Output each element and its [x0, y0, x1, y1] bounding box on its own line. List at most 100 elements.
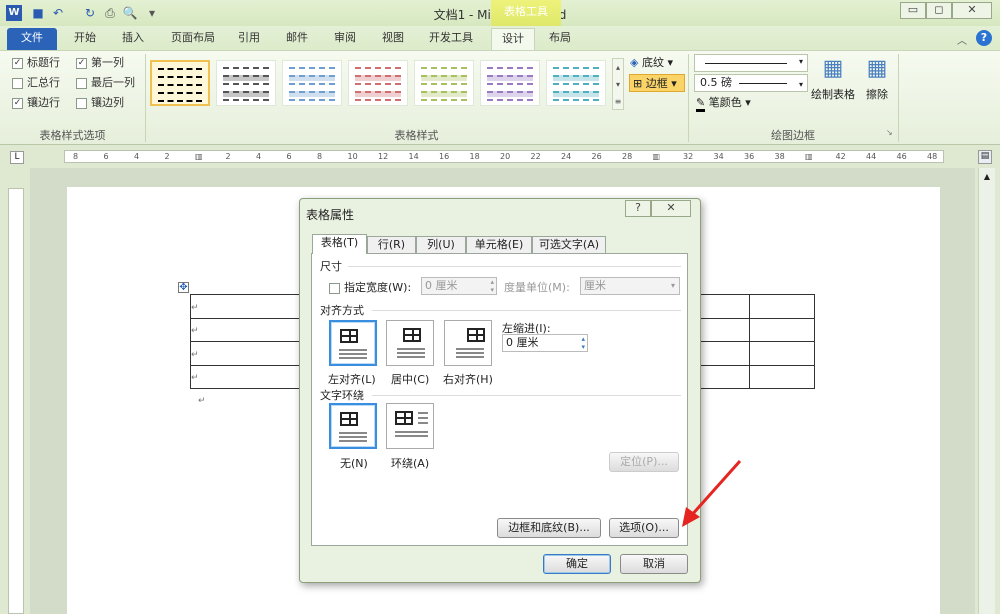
- gallery-scroll[interactable]: ▴ ▾ ≡: [612, 58, 624, 110]
- table-style-swatch[interactable]: [216, 60, 276, 106]
- table-move-handle[interactable]: ✥: [178, 282, 189, 293]
- tab-file[interactable]: 文件: [7, 28, 57, 50]
- ruler-mark: 34: [713, 152, 724, 161]
- tab-references[interactable]: 引用: [228, 28, 270, 50]
- tab-developer[interactable]: 开发工具: [420, 28, 482, 50]
- dialog-tab-row[interactable]: 行(R): [367, 236, 416, 254]
- maximize-button[interactable]: ◻: [926, 2, 952, 19]
- checkbox-header-row[interactable]: ✓ 标题行: [12, 54, 76, 72]
- ruler-mark: 26: [591, 152, 602, 161]
- preferred-width-checkbox[interactable]: 指定宽度(W):: [329, 279, 411, 295]
- table-style-swatch[interactable]: [414, 60, 474, 106]
- ok-button[interactable]: 确定: [543, 554, 611, 574]
- label: 第一列: [91, 56, 124, 69]
- align-right-option[interactable]: [444, 320, 492, 366]
- table-style-swatch[interactable]: [480, 60, 540, 106]
- align-center-option[interactable]: [386, 320, 434, 366]
- ruler-mark: ▥: [195, 152, 203, 161]
- shading-icon: ◈: [630, 56, 639, 69]
- style-line: [421, 99, 467, 101]
- label: 绘制表格: [811, 88, 855, 101]
- indent-input[interactable]: 0 厘米 ▴ ▾: [502, 334, 588, 352]
- wrap-none-option[interactable]: [329, 403, 377, 449]
- options-button[interactable]: 选项(O)...: [609, 518, 679, 538]
- dialog-close-button[interactable]: ✕: [651, 200, 691, 217]
- tab-review[interactable]: 审阅: [324, 28, 366, 50]
- eraser-button[interactable]: ▦ 擦除: [860, 56, 894, 102]
- align-left-option[interactable]: [329, 320, 377, 366]
- tab-page-layout[interactable]: 页面布局: [162, 28, 224, 50]
- positioning-button[interactable]: 定位(P)...: [609, 452, 679, 472]
- shading-button[interactable]: ◈ 底纹 ▾: [630, 54, 673, 72]
- vertical-scrollbar[interactable]: ▲: [978, 168, 995, 614]
- checkbox-banded-rows[interactable]: ✓ 镶边行: [12, 94, 76, 112]
- style-line: [289, 91, 335, 97]
- tab-mailings[interactable]: 邮件: [276, 28, 318, 50]
- horizontal-ruler[interactable]: 8 6 4 2 ▥ 2 4 6 8 10 12 14 16 18 20 22 24 26 28 ▥ 32 34 36 38 ▥ 4…: [64, 150, 944, 163]
- close-button[interactable]: ✕: [952, 2, 992, 19]
- dialog-tab-column[interactable]: 列(U): [416, 236, 466, 254]
- group-label-table-styles: 表格样式: [394, 129, 439, 142]
- dialog-help-button[interactable]: ?: [625, 200, 651, 217]
- checkbox-banded-columns[interactable]: 镶边列: [76, 96, 124, 109]
- style-line: [421, 67, 467, 69]
- minimize-button[interactable]: ▭: [900, 2, 926, 19]
- dialog-launcher-icon[interactable]: ↘: [886, 128, 893, 137]
- pen-color-button[interactable]: ✎ 笔颜色 ▾: [696, 94, 751, 112]
- alignment-heading: 对齐方式: [320, 304, 364, 317]
- ruler-mark: 38: [774, 152, 785, 161]
- unit-select[interactable]: 厘米 ▾: [580, 277, 680, 295]
- dialog-tab-alt-text[interactable]: 可选文字(A): [532, 236, 606, 254]
- wrap-around-option[interactable]: [386, 403, 434, 449]
- dialog-title: 表格属性: [306, 208, 355, 222]
- tab-home[interactable]: 开始: [64, 28, 106, 50]
- vertical-ruler[interactable]: [8, 188, 24, 614]
- eraser-icon: ▦: [866, 56, 888, 81]
- collapse-ribbon-icon[interactable]: ︿: [957, 32, 967, 47]
- help-icon[interactable]: ?: [976, 30, 992, 46]
- divider: [372, 395, 681, 396]
- style-line: [421, 83, 467, 85]
- ruler-mark: 20: [500, 152, 511, 161]
- view-ruler-icon[interactable]: ▤: [978, 150, 992, 164]
- divider: [372, 310, 681, 311]
- checkbox-last-column[interactable]: 最后一列: [76, 76, 135, 89]
- size-heading: 尺寸: [320, 260, 342, 273]
- paragraph-mark: ↵: [191, 302, 199, 313]
- draw-table-button[interactable]: ▦ 绘制表格: [808, 56, 858, 102]
- ruler-mark: 2: [164, 152, 170, 161]
- table-style-swatch[interactable]: [348, 60, 408, 106]
- line-weight-dropdown[interactable]: 0.5 磅 ▾: [694, 74, 808, 92]
- label: 边框: [645, 77, 668, 90]
- tab-view[interactable]: 视图: [372, 28, 414, 50]
- wrap-around-label: 环绕(A): [391, 457, 430, 470]
- checkbox-first-column[interactable]: ✓ 第一列: [76, 56, 124, 69]
- style-line: [289, 75, 335, 81]
- ruler-mark: 32: [683, 152, 694, 161]
- paragraph-mark: ↵: [191, 373, 199, 384]
- borders-button[interactable]: ⊞ 边框 ▾: [629, 74, 685, 92]
- dialog-tab-table[interactable]: 表格(T): [312, 234, 367, 254]
- tab-selector[interactable]: L: [10, 151, 24, 164]
- dialog-tab-cell[interactable]: 单元格(E): [466, 236, 532, 254]
- width-input[interactable]: 0 厘米 ▴ ▾: [421, 277, 497, 295]
- label: 指定宽度(W):: [344, 281, 412, 294]
- table-style-swatch[interactable]: [282, 60, 342, 106]
- table-style-swatch[interactable]: [546, 60, 606, 106]
- tab-insert[interactable]: 插入: [112, 28, 154, 50]
- ruler-mark: 22: [530, 152, 541, 161]
- table-style-swatch[interactable]: [150, 60, 210, 106]
- cancel-button[interactable]: 取消: [620, 554, 688, 574]
- ruler-mark: 4: [256, 152, 262, 161]
- pen-color-icon: ✎: [696, 96, 706, 112]
- style-line: [223, 67, 269, 69]
- checkbox-total-row[interactable]: 汇总行: [12, 74, 76, 92]
- tab-design[interactable]: 设计: [491, 28, 535, 50]
- group-label-style-options: 表格样式选项: [39, 129, 106, 142]
- borders-shading-button[interactable]: 边框和底纹(B)...: [497, 518, 601, 538]
- line-style-dropdown[interactable]: ▾: [694, 54, 808, 72]
- tab-layout[interactable]: 布局: [538, 28, 582, 50]
- align-right-label: 右对齐(H): [443, 373, 493, 386]
- label: 底纹: [641, 56, 664, 69]
- ruler-mark: 6: [103, 152, 109, 161]
